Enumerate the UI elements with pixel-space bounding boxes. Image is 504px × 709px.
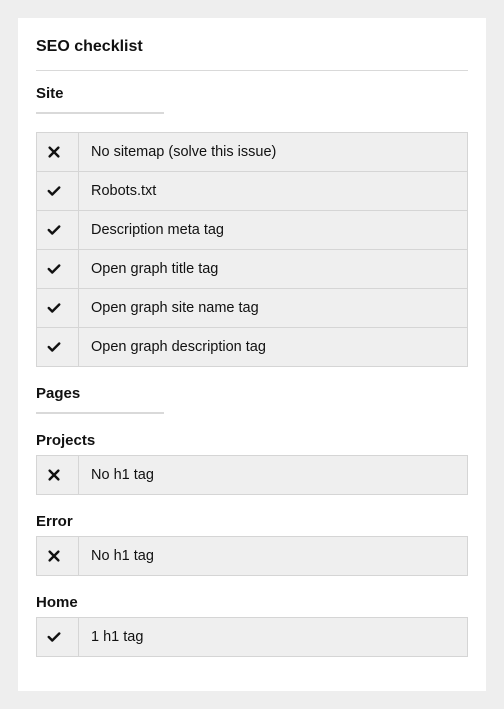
error-check-table: No h1 tag	[36, 536, 468, 576]
table-row: 1 h1 tag	[37, 618, 468, 657]
status-cell	[37, 211, 79, 250]
status-cell	[37, 250, 79, 289]
section-underline	[36, 112, 164, 114]
table-row: No h1 tag	[37, 537, 468, 576]
site-check-table: No sitemap (solve this issue) Robots.txt…	[36, 132, 468, 367]
page-group-title-error: Error	[36, 513, 468, 530]
check-text: No h1 tag	[79, 456, 468, 495]
check-text: Description meta tag	[79, 211, 468, 250]
divider	[36, 70, 468, 71]
table-row: Open graph site name tag	[37, 289, 468, 328]
seo-checklist-panel: SEO checklist Site No sitemap (solve thi…	[18, 18, 486, 691]
check-icon	[47, 340, 61, 354]
cross-icon	[47, 468, 61, 482]
cross-icon	[47, 549, 61, 563]
table-row: No sitemap (solve this issue)	[37, 133, 468, 172]
status-cell	[37, 328, 79, 367]
table-row: Robots.txt	[37, 172, 468, 211]
check-text: Open graph site name tag	[79, 289, 468, 328]
check-text[interactable]: No sitemap (solve this issue)	[79, 133, 468, 172]
check-text: Robots.txt	[79, 172, 468, 211]
cross-icon	[47, 145, 61, 159]
table-row: Open graph title tag	[37, 250, 468, 289]
section-underline	[36, 412, 164, 414]
page-group-title-home: Home	[36, 594, 468, 611]
home-check-table: 1 h1 tag	[36, 617, 468, 657]
status-cell	[37, 289, 79, 328]
status-cell	[37, 172, 79, 211]
status-cell	[37, 537, 79, 576]
page-group-title-projects: Projects	[36, 432, 468, 449]
check-text: No h1 tag	[79, 537, 468, 576]
section-heading-pages: Pages	[36, 385, 468, 402]
check-text: 1 h1 tag	[79, 618, 468, 657]
check-icon	[47, 301, 61, 315]
check-icon	[47, 630, 61, 644]
status-cell	[37, 618, 79, 657]
table-row: Description meta tag	[37, 211, 468, 250]
check-icon	[47, 184, 61, 198]
status-cell	[37, 133, 79, 172]
table-row: No h1 tag	[37, 456, 468, 495]
projects-check-table: No h1 tag	[36, 455, 468, 495]
check-text: Open graph title tag	[79, 250, 468, 289]
check-text: Open graph description tag	[79, 328, 468, 367]
page-title: SEO checklist	[36, 38, 468, 56]
table-row: Open graph description tag	[37, 328, 468, 367]
status-cell	[37, 456, 79, 495]
check-icon	[47, 223, 61, 237]
check-icon	[47, 262, 61, 276]
section-heading-site: Site	[36, 85, 468, 102]
